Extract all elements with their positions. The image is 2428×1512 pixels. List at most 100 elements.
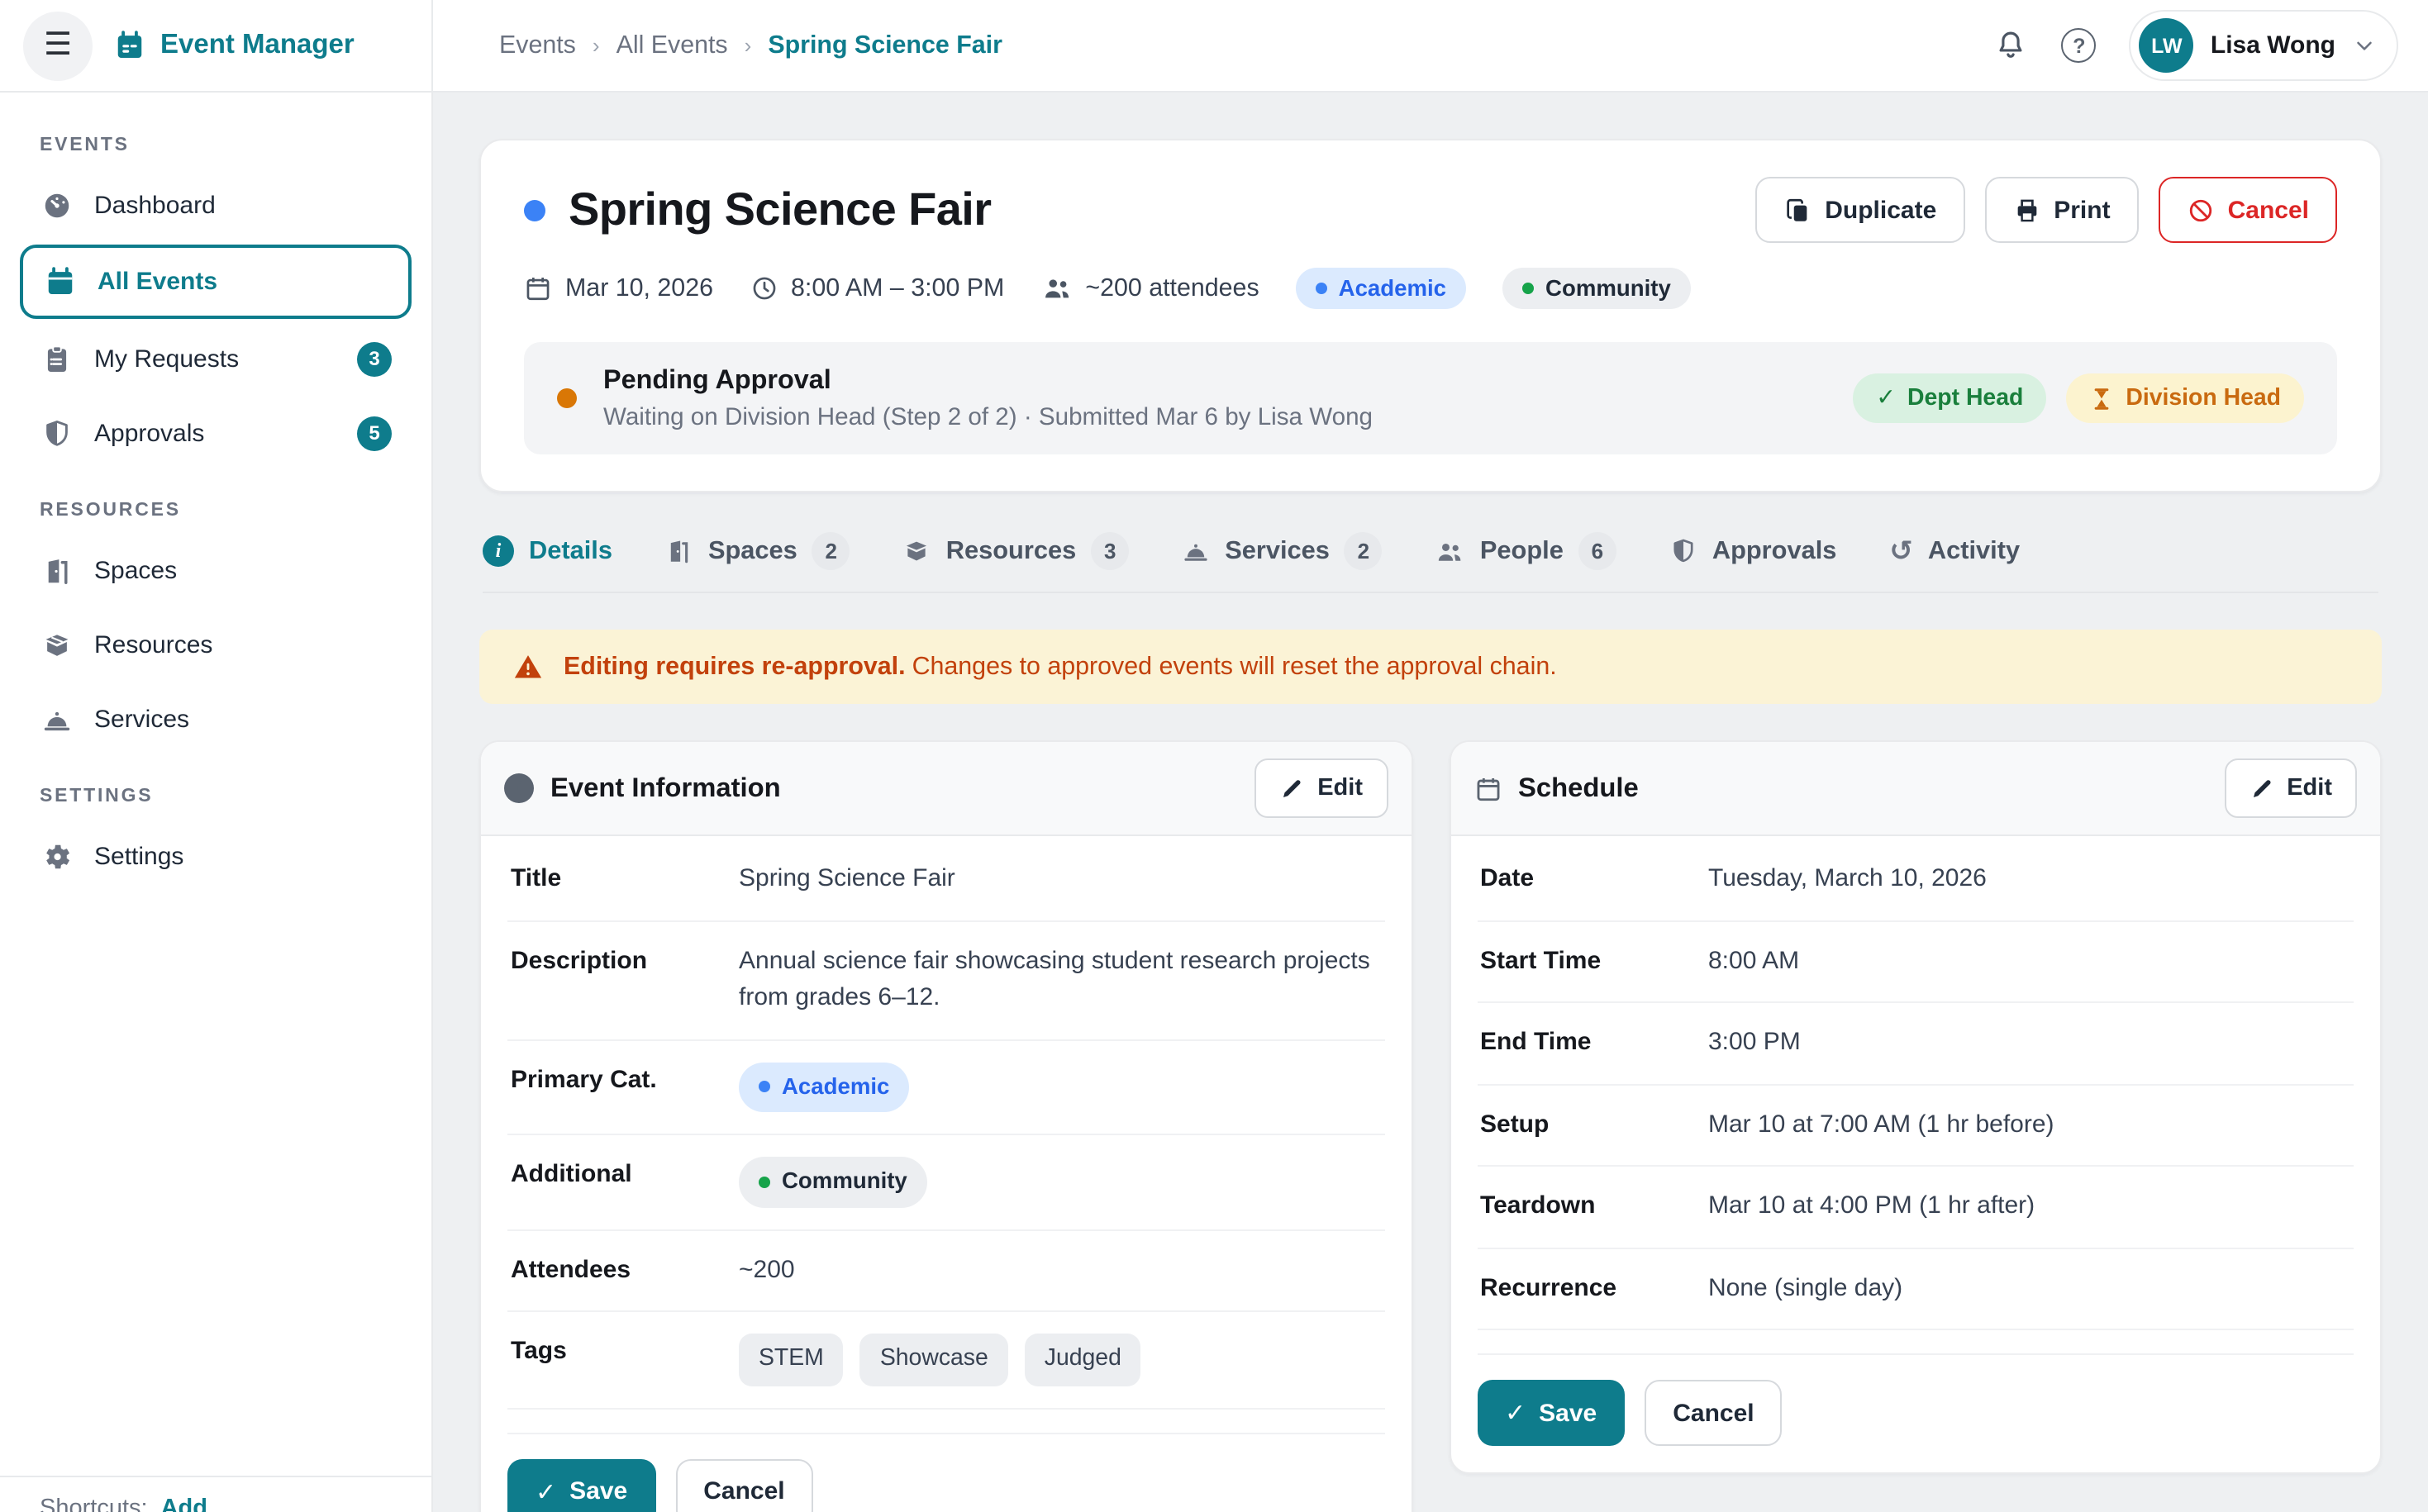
row-value: Annual science fair showcasing student r… bbox=[739, 943, 1381, 1017]
sidebar-nav: EVENTS Dashboard All Events My Requests … bbox=[0, 93, 431, 1476]
cancel-button[interactable]: Cancel bbox=[1645, 1380, 1782, 1446]
calendar-icon bbox=[1473, 774, 1502, 802]
breadcrumb-all-events[interactable]: All Events bbox=[617, 31, 728, 59]
box-icon bbox=[903, 537, 931, 565]
door-icon bbox=[40, 554, 73, 586]
row-description: Description Annual science fair showcasi… bbox=[507, 921, 1384, 1040]
sidebar-item-all-events[interactable]: All Events bbox=[20, 245, 412, 319]
tab-details[interactable]: i Details bbox=[483, 535, 612, 567]
tab-activity[interactable]: ↺ Activity bbox=[1889, 535, 2020, 568]
sidebar-item-settings[interactable]: Settings bbox=[20, 821, 412, 891]
app-brand[interactable]: Event Manager bbox=[114, 30, 355, 61]
calendar-brand-icon bbox=[114, 30, 145, 61]
tab-resources[interactable]: Resources 3 bbox=[903, 532, 1129, 570]
tab-people[interactable]: People 6 bbox=[1435, 532, 1616, 570]
event-meta-row: Mar 10, 2026 8:00 AM – 3:00 PM ~200 atte… bbox=[524, 268, 2337, 309]
event-date-text: Mar 10, 2026 bbox=[565, 274, 713, 302]
tab-label: Resources bbox=[946, 536, 1076, 566]
category-dot bbox=[1522, 283, 1534, 294]
row-date: Date Tuesday, March 10, 2026 bbox=[1477, 839, 2354, 921]
tag-chip: Judged bbox=[1025, 1334, 1141, 1386]
breadcrumb: Events › All Events › Spring Science Fai… bbox=[499, 31, 1002, 59]
user-menu[interactable]: LW Lisa Wong bbox=[2130, 10, 2398, 81]
duplicate-button[interactable]: Duplicate bbox=[1755, 177, 1964, 243]
sidebar: ☰ Event Manager EVENTS Dashboard Al bbox=[0, 0, 433, 1512]
sidebar-item-dashboard[interactable]: Dashboard bbox=[20, 170, 412, 240]
cancel-event-button[interactable]: Cancel bbox=[2159, 177, 2337, 243]
chevron-down-icon bbox=[2352, 33, 2377, 58]
detail-cards-grid: i Event Information Edit Title Spring Sc… bbox=[479, 740, 2382, 1512]
sidebar-item-my-requests[interactable]: My Requests 3 bbox=[20, 324, 412, 393]
sidebar-header: ☰ Event Manager bbox=[0, 0, 431, 93]
row-value: 8:00 AM bbox=[1708, 943, 1799, 980]
shortcuts-add-link[interactable]: Add bbox=[161, 1495, 207, 1512]
tag-chip: STEM bbox=[739, 1334, 844, 1386]
event-time: 8:00 AM – 3:00 PM bbox=[750, 274, 1004, 302]
row-label: Additional bbox=[511, 1157, 739, 1188]
event-header-card: Spring Science Fair Duplicate Print C bbox=[479, 139, 2382, 492]
cancel-button[interactable]: Cancel bbox=[675, 1458, 812, 1512]
row-setup: Setup Mar 10 at 7:00 AM (1 hr before) bbox=[1477, 1085, 2354, 1167]
row-label: Description bbox=[511, 943, 739, 974]
cloche-icon bbox=[1182, 537, 1210, 565]
my-requests-count-badge: 3 bbox=[357, 341, 392, 376]
card-footer: ✓ Save Cancel bbox=[507, 1432, 1384, 1512]
copy-icon bbox=[1783, 196, 1811, 224]
card-body: Title Spring Science Fair Description An… bbox=[481, 836, 1411, 1512]
sidebar-item-services[interactable]: Services bbox=[20, 684, 412, 754]
tab-label: Activity bbox=[1928, 536, 2020, 566]
step-label: Dept Head bbox=[1907, 385, 2023, 411]
clock-icon bbox=[750, 274, 778, 302]
category-badge-community: Community bbox=[1502, 268, 1691, 309]
card-body: Date Tuesday, March 10, 2026 Start Time … bbox=[1450, 836, 2380, 1472]
pencil-icon bbox=[1279, 776, 1304, 801]
edit-schedule-button[interactable]: Edit bbox=[2224, 758, 2357, 818]
tab-count: 2 bbox=[812, 532, 850, 570]
help-icon[interactable]: ? bbox=[2062, 28, 2097, 63]
row-label: Attendees bbox=[511, 1253, 739, 1284]
check-icon: ✓ bbox=[536, 1476, 556, 1506]
info-icon: i bbox=[483, 535, 514, 567]
category-dot bbox=[1316, 283, 1327, 294]
row-label: Tags bbox=[511, 1334, 739, 1366]
breadcrumb-current: Spring Science Fair bbox=[768, 31, 1002, 59]
sidebar-item-label: Spaces bbox=[94, 556, 177, 584]
tab-approvals[interactable]: Approvals bbox=[1669, 536, 1837, 566]
row-label: Start Time bbox=[1480, 943, 1708, 974]
event-attendees: ~200 attendees bbox=[1040, 273, 1259, 304]
breadcrumb-events[interactable]: Events bbox=[499, 31, 576, 59]
sidebar-item-spaces[interactable]: Spaces bbox=[20, 535, 412, 605]
sidebar-item-label: My Requests bbox=[94, 345, 239, 373]
event-attendees-text: ~200 attendees bbox=[1085, 274, 1259, 302]
step-dept-head-approved: ✓ Dept Head bbox=[1853, 373, 2046, 423]
edit-event-information-button[interactable]: Edit bbox=[1254, 758, 1388, 818]
card-footer: ✓Save Cancel bbox=[1477, 1353, 2354, 1446]
sidebar-item-approvals[interactable]: Approvals 5 bbox=[20, 398, 412, 468]
content-scroll-area[interactable]: Spring Science Fair Duplicate Print C bbox=[433, 93, 2428, 1512]
tab-spaces[interactable]: Spaces 2 bbox=[665, 532, 850, 570]
save-button[interactable]: ✓Save bbox=[1477, 1380, 1625, 1446]
row-value: Mar 10 at 7:00 AM (1 hr before) bbox=[1708, 1106, 2054, 1144]
main-area: Events › All Events › Spring Science Fai… bbox=[433, 0, 2428, 1512]
save-label: Save bbox=[569, 1477, 627, 1505]
hamburger-menu-button[interactable]: ☰ bbox=[23, 11, 93, 80]
sidebar-item-label: Dashboard bbox=[94, 191, 216, 219]
notifications-bell-icon[interactable] bbox=[1994, 28, 2029, 63]
category-dot bbox=[759, 1177, 770, 1188]
status-title: Pending Approval bbox=[603, 365, 1373, 397]
row-label: Setup bbox=[1480, 1106, 1708, 1138]
row-label: Recurrence bbox=[1480, 1270, 1708, 1301]
cancel-label: Cancel bbox=[1673, 1399, 1754, 1427]
card-header: Schedule Edit bbox=[1450, 742, 2380, 836]
row-teardown: Teardown Mar 10 at 4:00 PM (1 hr after) bbox=[1477, 1167, 2354, 1248]
shield-icon bbox=[1669, 537, 1697, 565]
tab-services[interactable]: Services 2 bbox=[1182, 532, 1383, 570]
save-button[interactable]: ✓ Save bbox=[507, 1458, 655, 1512]
check-icon: ✓ bbox=[1505, 1398, 1526, 1428]
sidebar-item-label: Settings bbox=[94, 842, 183, 870]
sidebar-item-resources[interactable]: Resources bbox=[20, 610, 412, 679]
row-attendees: Attendees ~200 bbox=[507, 1231, 1384, 1313]
tab-label: Approvals bbox=[1712, 536, 1837, 566]
print-button[interactable]: Print bbox=[1984, 177, 2138, 243]
tab-count: 6 bbox=[1578, 532, 1616, 570]
